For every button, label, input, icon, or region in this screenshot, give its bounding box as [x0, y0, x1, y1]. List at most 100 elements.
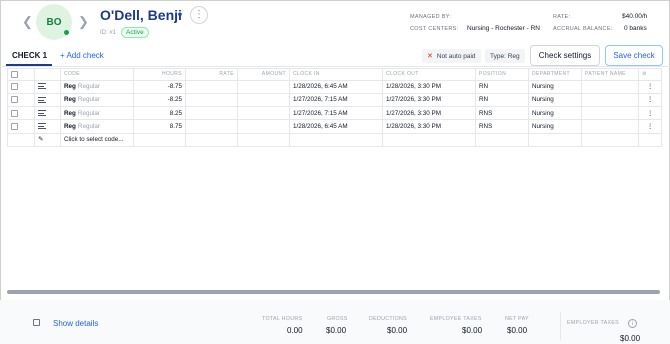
show-details-link[interactable]: Show details	[53, 319, 98, 328]
clock-out-cell[interactable]: 1/28/2026, 3:30 PM	[382, 79, 476, 94]
department-cell[interactable]: Nursing	[528, 119, 582, 134]
table-header-row: CODE HOURS RATE AMOUNT CLOCK IN CLOCK OU…	[7, 68, 662, 81]
row-menu-icon[interactable]: ⋮	[638, 119, 662, 134]
new-rate-cell[interactable]	[185, 132, 238, 147]
new-clock-out-cell[interactable]	[382, 132, 476, 147]
department-cell[interactable]: Nursing	[528, 79, 582, 94]
deductions-label: DEDUCTIONS	[369, 316, 408, 322]
code-description: Regular	[77, 123, 100, 131]
position-cell[interactable]: RN	[475, 79, 529, 94]
position-cell[interactable]: RN	[475, 92, 529, 108]
select-all-checkbox[interactable]	[11, 70, 18, 78]
row-details-icon[interactable]	[38, 110, 46, 117]
row-checkbox[interactable]	[11, 96, 18, 104]
new-patient-name-cell[interactable]	[581, 132, 639, 147]
department-cell[interactable]: Nursing	[528, 92, 582, 108]
new-position-cell[interactable]	[475, 132, 529, 147]
caret-down-icon[interactable]: ▼	[176, 11, 184, 20]
column-header-amount: AMOUNT	[237, 68, 290, 81]
row-menu-icon[interactable]: ⋮	[638, 92, 662, 108]
new-amount-cell[interactable]	[237, 132, 290, 147]
total-hours-value: 0.00	[287, 326, 303, 335]
cost-centers-value: Nursing - Rochester - RN	[467, 25, 540, 32]
column-header-clock-in: CLOCK IN	[289, 68, 383, 81]
position-cell[interactable]: RNS	[475, 119, 529, 134]
hours-cell[interactable]: -8.25	[133, 92, 186, 108]
patient-name-cell[interactable]	[581, 106, 639, 121]
row-menu-icon[interactable]: ⋮	[638, 106, 662, 121]
save-check-button[interactable]: Save check	[605, 45, 663, 66]
new-department-cell[interactable]	[528, 132, 582, 147]
accrual-balance-value: 0 banks	[624, 25, 647, 32]
clock-in-cell[interactable]: 1/27/2026, 7:15 AM	[289, 92, 383, 108]
status-badge: Active	[121, 27, 149, 38]
clock-in-cell[interactable]: 1/27/2026, 7:15 AM	[289, 106, 383, 121]
row-checkbox[interactable]	[11, 83, 18, 91]
row-details-icon[interactable]	[38, 123, 46, 130]
row-code-cell[interactable]: Reg Regular	[60, 106, 134, 121]
more-options-icon[interactable]: ⋮	[190, 6, 208, 24]
code-value: Reg	[64, 109, 76, 117]
rate-cell[interactable]	[185, 79, 238, 94]
employer-taxes-value: $0.00	[620, 334, 641, 343]
table-row: Reg Regular 8.25 1/27/2026, 7:15 AM 1/27/…	[7, 106, 662, 121]
check-settings-button[interactable]: Check settings	[530, 45, 600, 66]
clock-in-cell[interactable]: 1/28/2026, 6:45 AM	[289, 119, 383, 134]
rate-cell[interactable]	[185, 119, 238, 134]
not-auto-paid-label: Not auto paid	[436, 52, 476, 60]
amount-cell[interactable]	[237, 79, 290, 94]
row-code-cell[interactable]: Reg Regular	[60, 79, 134, 94]
department-cell[interactable]: Nursing	[528, 106, 582, 121]
hours-cell[interactable]: 8.25	[133, 106, 186, 121]
employee-taxes-value: $0.00	[462, 326, 483, 335]
rate-cell[interactable]	[185, 106, 238, 121]
select-all-header	[7, 68, 35, 81]
chevron-right-icon[interactable]: ❯	[78, 14, 89, 30]
employee-taxes-label: EMPLOYEE TAXES	[430, 316, 482, 322]
info-icon[interactable]: i	[628, 319, 637, 328]
row-details-icon[interactable]	[38, 83, 46, 90]
clock-out-cell[interactable]: 1/27/2026, 3:30 PM	[382, 106, 476, 121]
not-auto-paid-badge: ✕ Not auto paid	[422, 49, 481, 63]
column-header-patient-name: PATIENT NAME	[581, 68, 639, 81]
code-description: Regular	[77, 109, 100, 117]
row-menu-icon[interactable]: ⋮	[638, 79, 662, 94]
rate-label: RATE:	[553, 14, 571, 20]
chevron-left-icon[interactable]: ❮	[22, 14, 33, 30]
cost-centers-label: COST CENTERS:	[410, 26, 459, 32]
new-clock-in-cell[interactable]	[289, 132, 383, 147]
amount-cell[interactable]	[237, 92, 290, 108]
column-header-position: POSITION	[475, 68, 529, 81]
position-cell[interactable]: RNS	[475, 106, 529, 121]
select-code-input[interactable]: Click to select code...	[60, 132, 134, 147]
clock-out-cell[interactable]: 1/28/2026, 3:30 PM	[382, 119, 476, 134]
table-row: Reg Regular 8.75 1/28/2026, 6:45 AM 1/28/…	[7, 119, 662, 134]
patient-name-cell[interactable]	[581, 79, 639, 94]
row-code-cell[interactable]: Reg Regular	[60, 119, 134, 134]
patient-name-cell[interactable]	[581, 92, 639, 108]
new-hours-cell[interactable]	[133, 132, 186, 147]
tab-check-1[interactable]: CHECK 1	[12, 51, 47, 60]
managed-by-label: MANAGED BY:	[410, 14, 452, 20]
patient-name-cell[interactable]	[581, 119, 639, 134]
clock-in-cell[interactable]: 1/28/2026, 6:45 AM	[289, 79, 383, 94]
row-code-cell[interactable]: Reg Regular	[60, 92, 134, 108]
icon-column-header	[34, 68, 61, 81]
hours-cell[interactable]: -8.75	[133, 79, 186, 94]
clock-out-cell[interactable]: 1/27/2026, 3:30 PM	[382, 92, 476, 108]
row-checkbox[interactable]	[11, 122, 18, 130]
code-description: Regular	[77, 96, 100, 104]
amount-cell[interactable]	[237, 106, 290, 121]
add-check-button[interactable]: + Add check	[60, 51, 104, 60]
rate-cell[interactable]	[185, 92, 238, 108]
row-checkbox[interactable]	[11, 109, 18, 117]
gear-icon[interactable]: ⚙	[638, 68, 662, 81]
hours-cell[interactable]: 8.75	[133, 119, 186, 134]
gross-value: $0.00	[326, 326, 347, 335]
net-pay-label: NET PAY	[505, 316, 529, 322]
row-details-icon[interactable]	[38, 96, 46, 103]
amount-cell[interactable]	[237, 119, 290, 134]
code-value: Reg	[64, 123, 76, 131]
close-icon: ✕	[427, 53, 433, 60]
horizontal-scrollbar[interactable]	[7, 290, 660, 294]
